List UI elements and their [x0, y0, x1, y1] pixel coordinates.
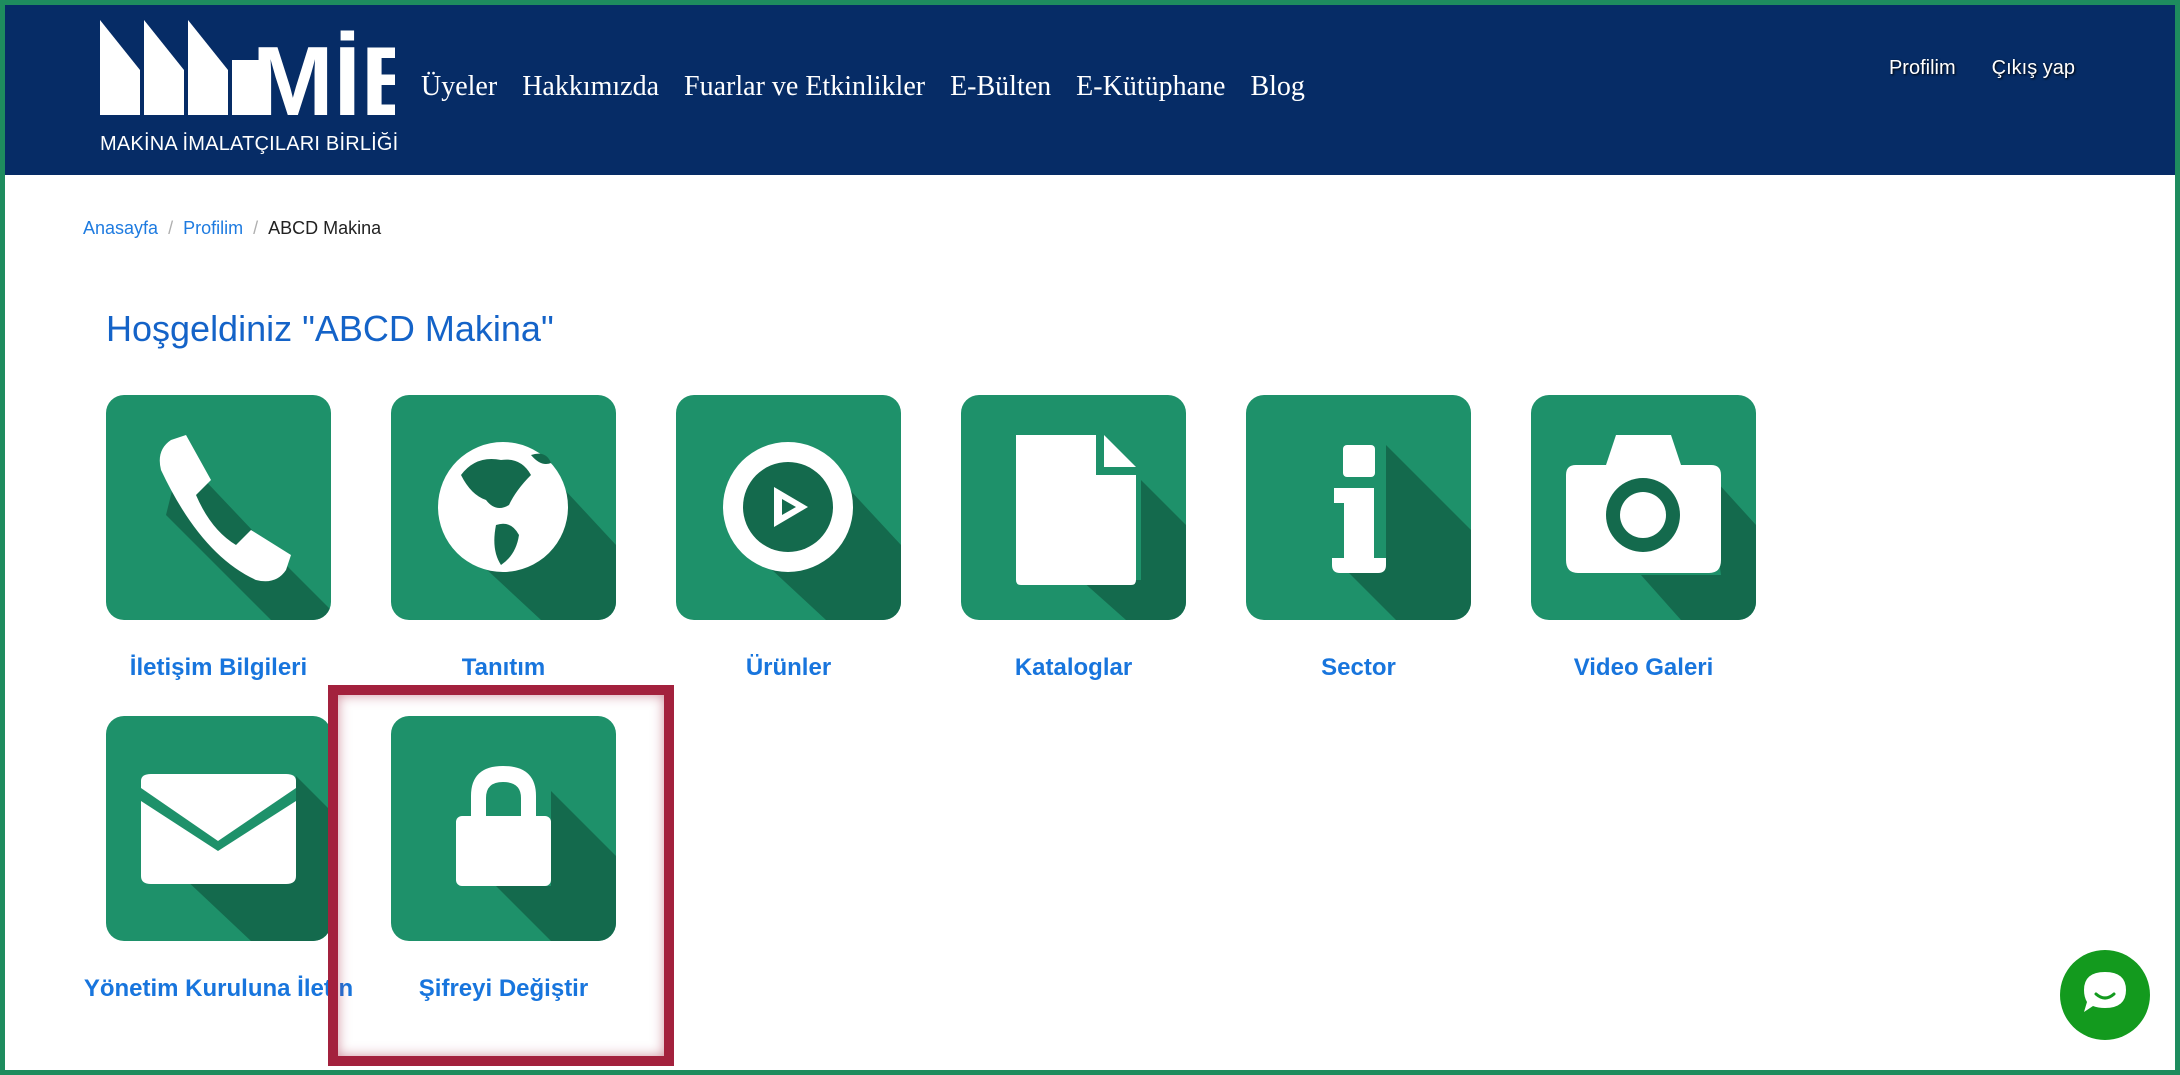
breadcrumb: Anasayfa / Profilim / ABCD Makina	[83, 218, 381, 239]
breadcrumb-profile[interactable]: Profilim	[183, 218, 243, 239]
user-links: Profilim Çıkış yap	[1889, 57, 2075, 80]
site-header: MİB MAKİNA İMALATÇILARI BİRLİĞİ Üyeler H…	[5, 5, 2175, 175]
info-icon	[1332, 445, 1471, 620]
main-nav: Üyeler Hakkımızda Fuarlar ve Etkinlikler…	[421, 71, 1305, 103]
play-circle-icon	[723, 442, 901, 620]
nav-item-hakkimizda[interactable]: Hakkımızda	[522, 71, 659, 103]
tile-board-message-button[interactable]	[106, 716, 331, 941]
tile-video-gallery: Video Galeri	[1501, 395, 1786, 686]
breadcrumb-current: ABCD Makina	[268, 218, 382, 238]
nav-item-blog[interactable]: Blog	[1250, 71, 1304, 103]
nav-item-fuarlar[interactable]: Fuarlar ve Etkinlikler	[684, 71, 925, 103]
tile-contact-info: İletişim Bilgileri	[76, 395, 361, 686]
nav-item-e-kutuphane[interactable]: E-Kütüphane	[1076, 71, 1225, 103]
globe-icon	[438, 442, 616, 620]
chat-button[interactable]	[2060, 950, 2150, 1040]
svg-text:MİB: MİB	[252, 26, 395, 130]
tile-video-gallery-label[interactable]: Video Galeri	[1501, 650, 1786, 686]
nav-item-e-bulten[interactable]: E-Bülten	[950, 71, 1051, 103]
tile-catalogs-label[interactable]: Kataloglar	[931, 650, 1216, 686]
mib-logo[interactable]: MİB MAKİNA İMALATÇILARI BİRLİĞİ	[100, 15, 399, 165]
tile-board-message: Yönetim Kuruluna İletin	[76, 716, 361, 1007]
breadcrumb-separator: /	[253, 218, 259, 238]
tile-contact-info-label[interactable]: İletişim Bilgileri	[76, 650, 361, 686]
tile-introduction-button[interactable]	[391, 395, 616, 620]
document-icon	[1016, 435, 1186, 620]
tile-sector-label[interactable]: Sector	[1216, 650, 1501, 686]
tile-catalogs-button[interactable]	[961, 395, 1186, 620]
highlight-box	[328, 685, 674, 1066]
tile-catalogs: Kataloglar	[931, 395, 1216, 686]
page-title: Hoşgeldiniz "ABCD Makina"	[106, 308, 554, 349]
tile-sector: Sector	[1216, 395, 1501, 686]
tile-video-gallery-button[interactable]	[1531, 395, 1756, 620]
phone-icon	[159, 435, 331, 620]
chat-bubble-icon	[2084, 972, 2126, 1012]
envelope-icon	[141, 774, 331, 941]
tile-products-label[interactable]: Ürünler	[646, 650, 931, 686]
tile-products-button[interactable]	[676, 395, 901, 620]
profile-link[interactable]: Profilim	[1889, 57, 1956, 80]
tile-sector-button[interactable]	[1246, 395, 1471, 620]
logo-graphic: MİB	[100, 20, 395, 130]
breadcrumb-separator: /	[168, 218, 174, 238]
camera-icon	[1566, 435, 1756, 620]
tile-introduction-label[interactable]: Tanıtım	[361, 650, 646, 686]
tile-board-message-label[interactable]: Yönetim Kuruluna İletin	[76, 971, 361, 1007]
tile-contact-info-button[interactable]	[106, 395, 331, 620]
tile-products: Ürünler	[646, 395, 931, 686]
tile-introduction: Tanıtım	[361, 395, 646, 686]
nav-item-uyeler[interactable]: Üyeler	[421, 71, 497, 103]
logo-subtitle: MAKİNA İMALATÇILARI BİRLİĞİ	[100, 133, 399, 155]
breadcrumb-home[interactable]: Anasayfa	[83, 218, 158, 239]
logout-link[interactable]: Çıkış yap	[1992, 57, 2075, 80]
